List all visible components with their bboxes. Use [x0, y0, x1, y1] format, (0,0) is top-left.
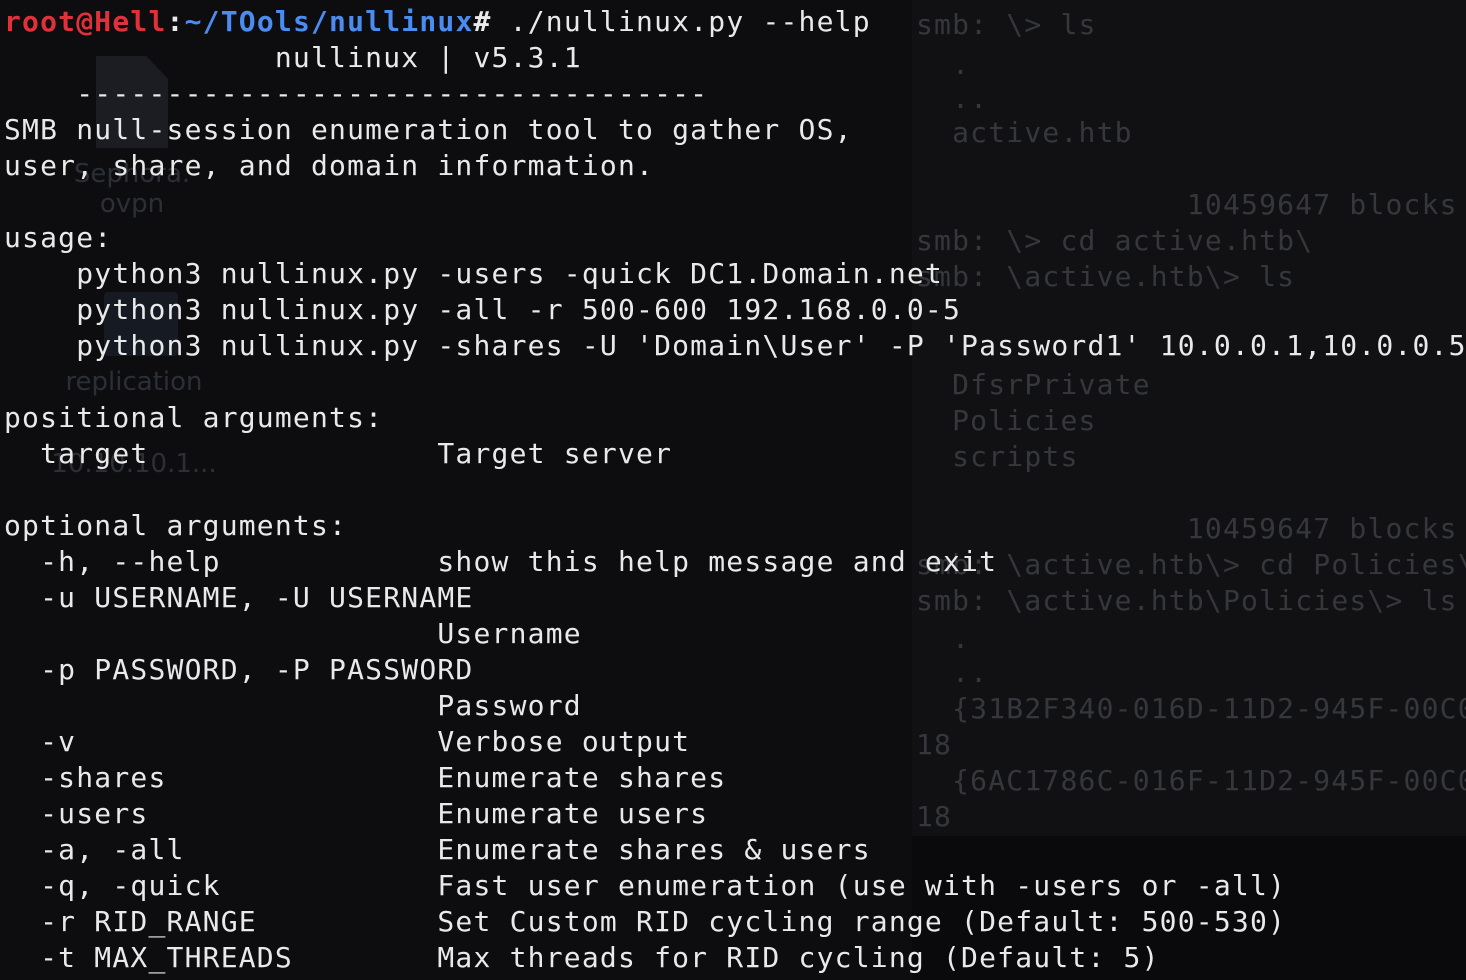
output-line: -users Enumerate users: [4, 797, 709, 830]
output-line: Username: [4, 617, 582, 650]
output-line: Password: [4, 689, 582, 722]
prompt-line: root@Hell:~/TOols/nullinux# ./nullinux.p…: [4, 4, 871, 40]
output-line: -a, -all Enumerate shares & users: [4, 833, 871, 866]
output-line: -shares Enumerate shares: [4, 761, 727, 794]
output-line: -u USERNAME, -U USERNAME: [4, 581, 474, 614]
prompt-user: root@Hell: [4, 5, 167, 38]
terminal-output[interactable]: root@Hell:~/TOols/nullinux# ./nullinux.p…: [0, 0, 1466, 980]
output-line: usage:: [4, 221, 113, 254]
output-line: -v Verbose output: [4, 725, 691, 758]
output-line: optional arguments:: [4, 509, 348, 542]
output-line: python3 nullinux.py -users -quick DC1.Do…: [4, 257, 943, 290]
output-line: -r RID_RANGE Set Custom RID cycling rang…: [4, 905, 1287, 938]
output-line: target Target server: [4, 437, 673, 470]
output-line: nullinux | v5.3.1: [4, 41, 582, 74]
prompt-command: ./nullinux.py --help: [509, 5, 871, 38]
output-line: python3 nullinux.py -shares -U 'Domain\U…: [4, 329, 1466, 362]
output-line: -q, -quick Fast user enumeration (use wi…: [4, 869, 1287, 902]
output-line: -----------------------------------: [4, 77, 709, 110]
prompt-path: ~/TOols/nullinux: [184, 5, 474, 38]
output-line: python3 nullinux.py -all -r 500-600 192.…: [4, 293, 962, 326]
prompt-symbol: #: [473, 5, 510, 38]
output-line: -p PASSWORD, -P PASSWORD: [4, 653, 474, 686]
output-line: -h, --help show this help message and ex…: [4, 545, 998, 578]
prompt-separator: :: [166, 5, 185, 38]
output-line: SMB null-session enumeration tool to gat…: [4, 113, 853, 146]
output-line: -t MAX_THREADS Max threads for RID cycli…: [4, 941, 1160, 974]
output-line: positional arguments:: [4, 401, 384, 434]
screen: Sephora. ovpn replication 10.10.10.1... …: [0, 0, 1466, 980]
output-line: user, share, and domain information.: [4, 149, 655, 182]
